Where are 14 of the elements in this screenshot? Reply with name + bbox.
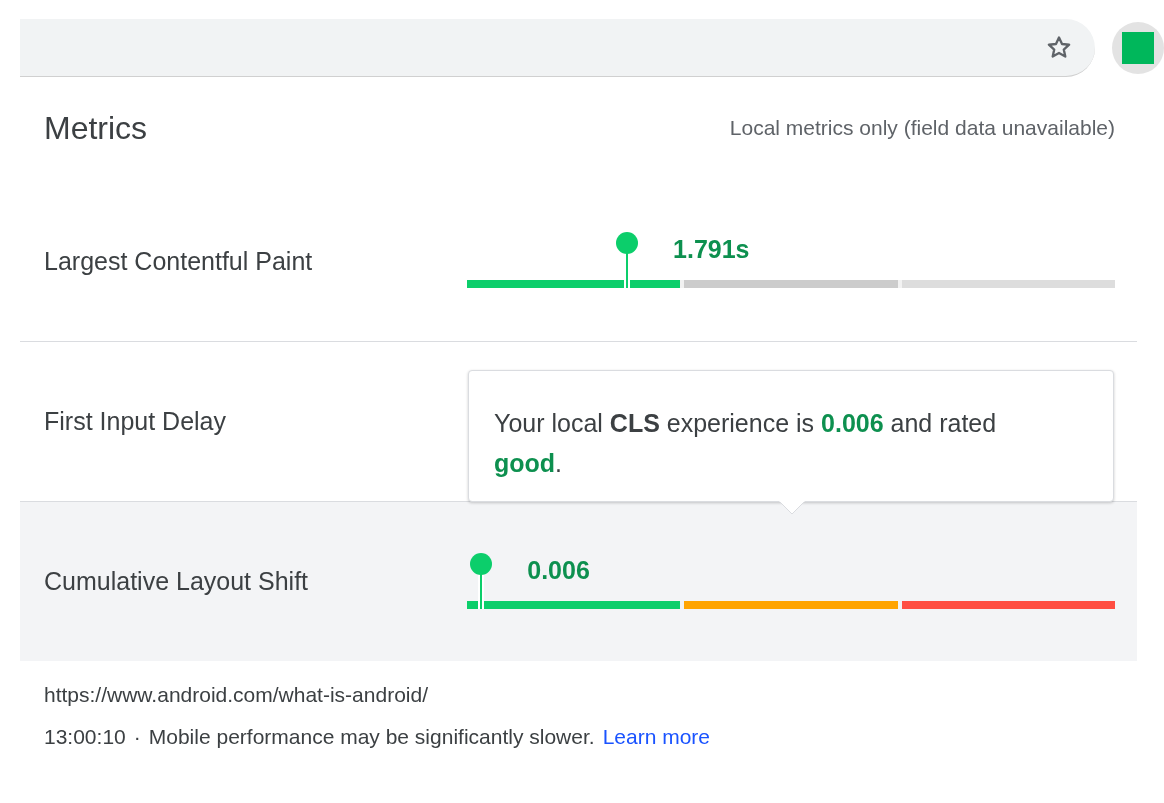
metric-value: 1.791s bbox=[673, 236, 750, 262]
metric-name: First Input Delay bbox=[44, 407, 227, 436]
separator-dot: · bbox=[133, 725, 141, 749]
metric-name: Largest Contentful Paint bbox=[44, 246, 314, 276]
panel-title: Metrics bbox=[44, 109, 148, 147]
extension-button[interactable] bbox=[1112, 22, 1164, 74]
learn-more-link[interactable]: Learn more bbox=[602, 725, 710, 749]
metric-value: 0.006 bbox=[527, 556, 590, 583]
metric-name: Cumulative Layout Shift bbox=[44, 567, 310, 596]
tooltip-text: Your local CLS experience is 0.006 and rated good. bbox=[494, 409, 997, 477]
performance-note: Mobile performance may be significantly slower. bbox=[148, 725, 595, 749]
source-note: Local metrics only (field data unavailable) bbox=[729, 116, 1115, 140]
timestamp: 13:00:10 bbox=[44, 725, 126, 749]
page-url: https://www.android.com/what-is-android/ bbox=[44, 683, 428, 707]
